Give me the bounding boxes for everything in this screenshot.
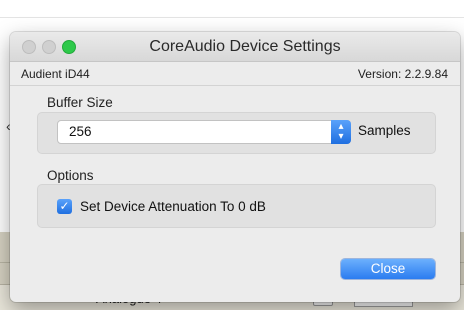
attenuation-label[interactable]: Set Device Attenuation To 0 dB bbox=[80, 199, 266, 214]
close-button[interactable]: Close bbox=[341, 259, 435, 279]
samples-unit-label: Samples bbox=[358, 123, 411, 138]
title-bar[interactable]: CoreAudio Device Settings bbox=[10, 32, 460, 62]
buffer-size-value: 256 bbox=[69, 124, 92, 139]
coreaudio-settings-dialog: CoreAudio Device Settings Audient iD44 V… bbox=[10, 32, 460, 302]
background-divider bbox=[0, 17, 464, 18]
buffer-size-select[interactable]: 256 ▴ ▾ bbox=[57, 120, 351, 144]
buffer-size-heading: Buffer Size bbox=[47, 95, 113, 110]
device-info-row: Audient iD44 Version: 2.2.9.84 bbox=[10, 63, 460, 85]
version-label: Version: 2.2.9.84 bbox=[357, 67, 448, 81]
device-name: Audient iD44 bbox=[21, 67, 90, 81]
attenuation-checkbox[interactable]: ✓ bbox=[57, 199, 72, 214]
window-title: CoreAudio Device Settings bbox=[149, 38, 341, 55]
info-divider bbox=[10, 85, 460, 86]
options-heading: Options bbox=[47, 168, 94, 183]
up-down-chevron-icon[interactable]: ▴ ▾ bbox=[331, 120, 351, 144]
